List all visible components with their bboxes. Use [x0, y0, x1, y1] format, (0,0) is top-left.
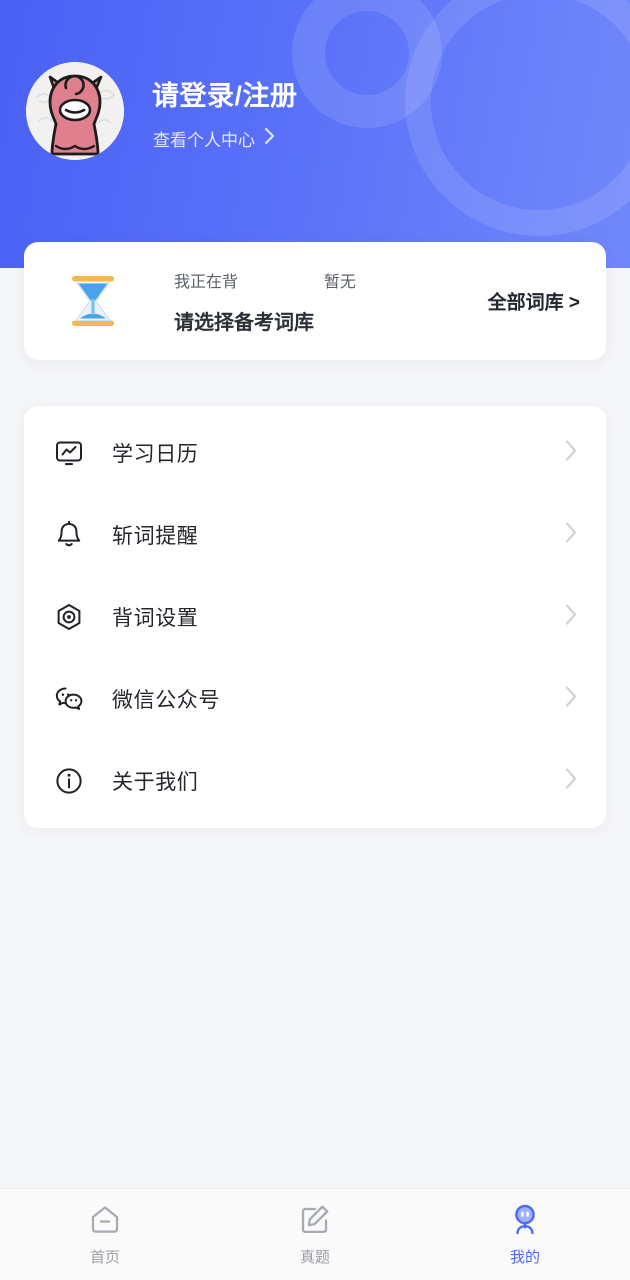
hex-nut-icon: [52, 600, 86, 634]
settings-menu-card: 学习日历 斩词提醒 背词设置 微信公众号 关于我们: [24, 406, 606, 828]
wordbank-value: 暂无: [324, 274, 357, 291]
tab-home[interactable]: 首页: [0, 1189, 210, 1280]
menu-item-label: 关于我们: [112, 771, 199, 794]
chevron-right-icon: [264, 127, 275, 150]
personal-center-link[interactable]: 查看个人中心: [153, 126, 275, 151]
wordbank-texts: 我正在背 暂无 请选择备考词库: [174, 268, 494, 335]
wordbank-main-text: 请选择备考词库: [174, 312, 314, 334]
menu-item-word-reminder[interactable]: 斩词提醒: [24, 494, 606, 576]
tab-label: 首页: [89, 1249, 120, 1266]
chevron-right-icon: [564, 685, 578, 714]
personal-center-label: 查看个人中心: [153, 131, 255, 150]
avatar[interactable]: [26, 62, 124, 160]
chevron-right-icon: [564, 603, 578, 632]
bottom-tab-bar: 首页 真题 我的: [0, 1188, 630, 1280]
app-screen: 请登录/注册 查看个人中心 我正在背 暂无 请选择备考词库 全部词库 > 学习日…: [0, 0, 630, 1280]
chevron-right-icon: [564, 767, 578, 796]
menu-item-label: 斩词提醒: [112, 525, 199, 548]
chevron-right-icon: [564, 439, 578, 468]
chevron-right-icon: [564, 521, 578, 550]
tab-label: 我的: [509, 1249, 540, 1266]
wordbank-card[interactable]: 我正在背 暂无 请选择备考词库 全部词库 >: [24, 242, 606, 360]
tab-exam-papers[interactable]: 真题: [210, 1189, 420, 1280]
menu-item-label: 背词设置: [112, 607, 199, 630]
menu-item-study-calendar[interactable]: 学习日历: [24, 412, 606, 494]
wechat-icon: [52, 682, 86, 716]
hourglass-icon: [64, 272, 122, 330]
menu-item-about-us[interactable]: 关于我们: [24, 740, 606, 822]
profile-header: 请登录/注册 查看个人中心: [0, 0, 630, 268]
menu-item-wechat-official[interactable]: 微信公众号: [24, 658, 606, 740]
info-circle-icon: [52, 764, 86, 798]
home-icon: [88, 1202, 122, 1238]
login-title[interactable]: 请登录/注册: [152, 74, 298, 113]
bell-icon: [52, 518, 86, 552]
menu-item-label: 微信公众号: [112, 689, 220, 712]
menu-item-label: 学习日历: [112, 443, 199, 466]
all-wordbanks-link[interactable]: 全部词库 >: [488, 288, 580, 315]
menu-item-word-settings[interactable]: 背词设置: [24, 576, 606, 658]
chart-monitor-icon: [52, 436, 86, 470]
tab-mine[interactable]: 我的: [420, 1189, 630, 1280]
decorative-ring-large: [405, 0, 630, 236]
edit-paper-icon: [298, 1202, 332, 1238]
person-avatar-icon: [508, 1202, 542, 1238]
tab-label: 真题: [299, 1249, 330, 1266]
wordbank-label: 我正在背: [174, 274, 239, 291]
